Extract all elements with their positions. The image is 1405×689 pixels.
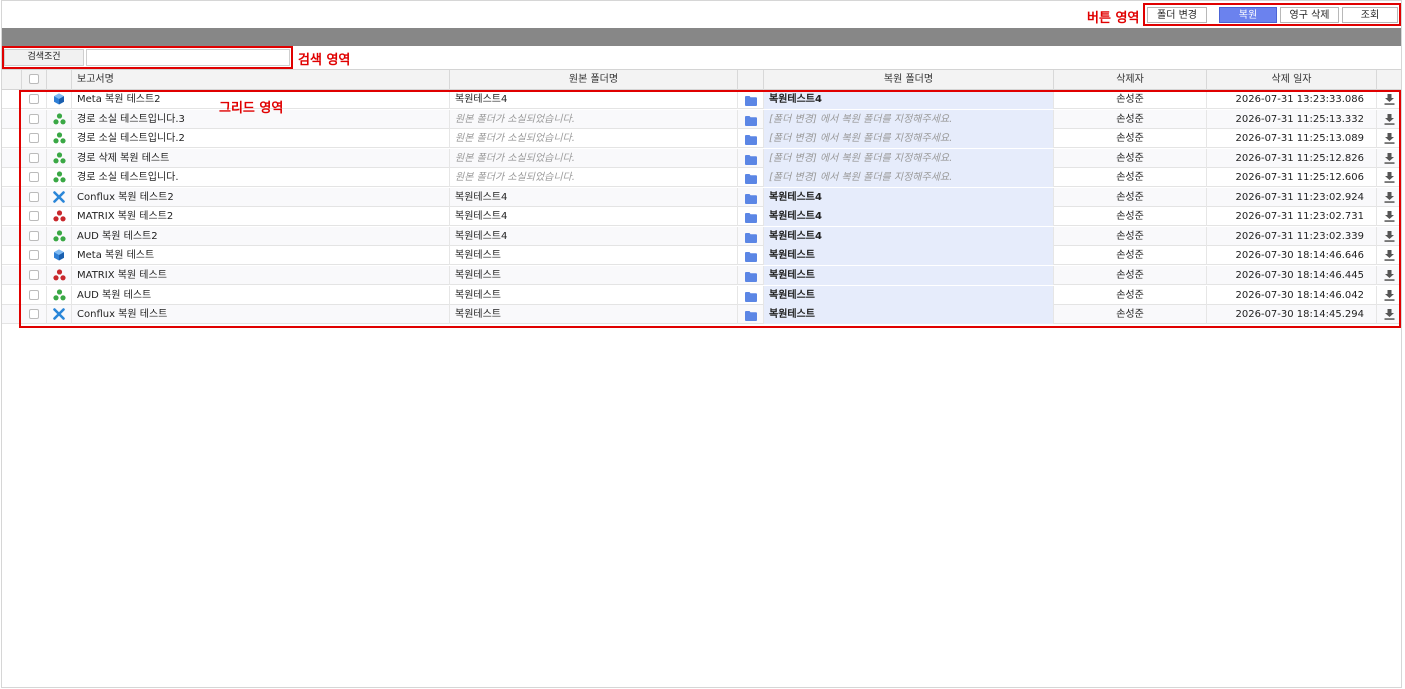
header-folder-icon-col bbox=[738, 70, 764, 90]
header-icon-col bbox=[47, 70, 72, 90]
col-delete-date[interactable]: 삭제 일자 bbox=[1207, 70, 1377, 90]
col-report-name[interactable]: 보고서명 bbox=[72, 70, 450, 90]
header-select-all bbox=[22, 70, 47, 90]
grid-header: 보고서명 원본 폴더명 복원 폴더명 삭제자 삭제 일자 bbox=[2, 69, 1401, 90]
header-spacer bbox=[2, 70, 22, 90]
col-original-folder[interactable]: 원본 폴더명 bbox=[450, 70, 738, 90]
search-button[interactable]: 조회 bbox=[1342, 7, 1398, 23]
select-all-checkbox[interactable] bbox=[29, 74, 39, 84]
grid-area-annotation: 그리드 영역 bbox=[219, 101, 284, 116]
col-restore-folder[interactable]: 복원 폴더명 bbox=[764, 70, 1054, 90]
permanent-delete-button[interactable]: 영구 삭제 bbox=[1280, 7, 1339, 23]
header-download-col bbox=[1377, 70, 1401, 90]
grid-area-box bbox=[19, 90, 1401, 328]
change-folder-button[interactable]: 폴더 변경 bbox=[1147, 7, 1207, 23]
header-bar bbox=[2, 28, 1401, 46]
col-deleter[interactable]: 삭제자 bbox=[1054, 70, 1207, 90]
restore-button[interactable]: 복원 bbox=[1219, 7, 1277, 23]
button-area-annotation: 버튼 영역 bbox=[1087, 11, 1140, 26]
search-area-box bbox=[2, 46, 293, 69]
search-area-annotation: 검색 영역 bbox=[298, 53, 351, 68]
